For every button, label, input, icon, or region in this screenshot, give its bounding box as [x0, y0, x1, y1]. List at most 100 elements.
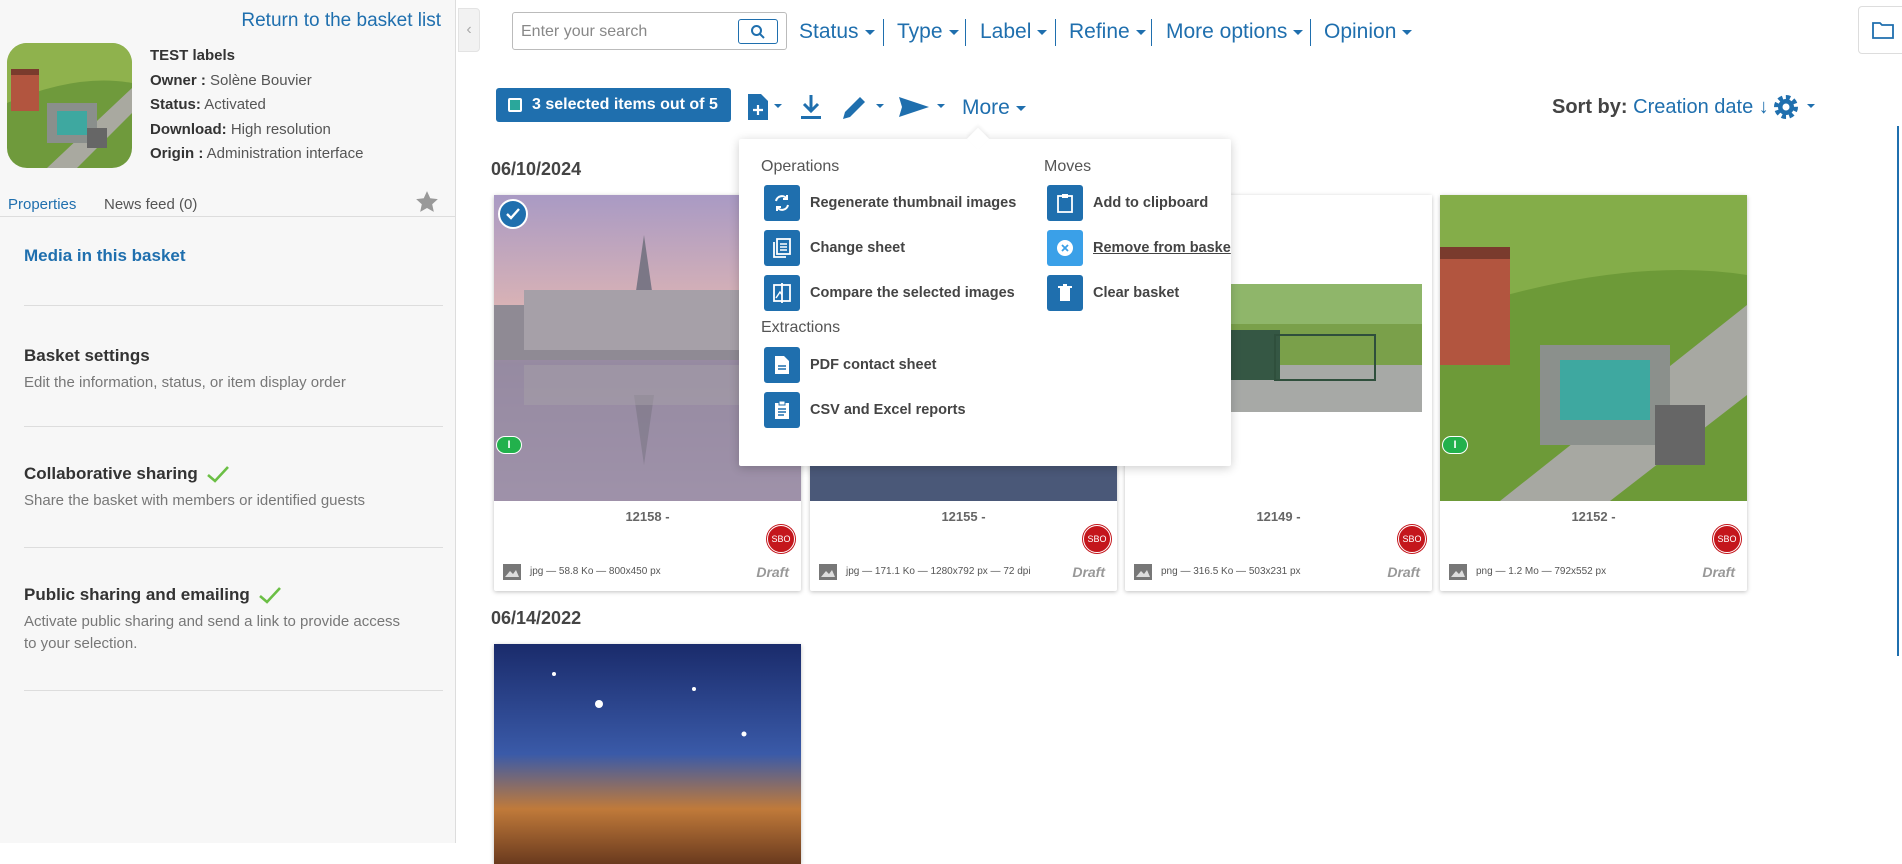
status-label: Status:: [150, 96, 201, 113]
change-sheet-item[interactable]: Change sheet: [764, 230, 905, 266]
media-in-basket-title[interactable]: Media in this basket: [24, 246, 444, 266]
sort-label: Sort by:: [1552, 96, 1628, 118]
media-id: 12149 -: [1256, 509, 1301, 524]
public-sharing-section[interactable]: Public sharing and emailing Activate pub…: [24, 585, 444, 655]
chevron-left-icon: ‹: [466, 21, 472, 38]
media-id: 12152 -: [1571, 509, 1616, 524]
divider: [24, 426, 443, 427]
image-file-icon: [819, 564, 837, 580]
separator: [883, 19, 884, 46]
folder-button[interactable]: [1858, 6, 1902, 54]
media-in-basket-section[interactable]: Media in this basket: [24, 246, 444, 266]
date-group-heading: 06/14/2022: [491, 608, 582, 628]
trash-icon: [1047, 275, 1083, 311]
moves-heading: Moves: [1044, 158, 1092, 175]
clipboard-icon: [1047, 185, 1083, 221]
send-button[interactable]: [897, 92, 947, 122]
label-badge: I: [496, 436, 522, 454]
filter-type[interactable]: Type: [897, 20, 959, 44]
filter-status[interactable]: Status: [799, 20, 875, 44]
dropdown-arrow: [966, 127, 990, 151]
user-badge: SBO: [1083, 525, 1111, 553]
media-file-info: png — 1.2 Mo — 792x552 px: [1476, 566, 1607, 577]
media-status: Draft: [1072, 564, 1105, 580]
remove-from-basket-item[interactable]: Remove from baske: [1047, 230, 1231, 266]
basket-thumbnail: [7, 43, 132, 168]
check-icon: [206, 466, 229, 483]
image-file-icon: [1134, 564, 1152, 580]
media-id: 12158 -: [625, 509, 670, 524]
download-icon: [801, 95, 821, 119]
separator: [1055, 19, 1056, 46]
separator: [1310, 19, 1311, 46]
search-input[interactable]: [521, 21, 721, 43]
origin-label: Origin :: [150, 145, 204, 162]
pdf-contact-sheet-item[interactable]: PDF contact sheet: [764, 347, 937, 383]
operations-heading: Operations: [761, 158, 840, 175]
media-status: Draft: [1702, 564, 1735, 580]
filter-refine[interactable]: Refine: [1069, 20, 1146, 44]
clear-basket-item[interactable]: Clear basket: [1047, 275, 1179, 311]
return-to-basket-list-link[interactable]: Return to the basket list: [241, 10, 441, 32]
tab-properties[interactable]: Properties: [8, 196, 76, 213]
collaborative-sharing-desc: Share the basket with members or identif…: [24, 492, 366, 509]
collapse-sidebar-button[interactable]: ‹: [458, 8, 480, 52]
add-to-clipboard-item[interactable]: Add to clipboard: [1047, 185, 1208, 221]
media-status: Draft: [1387, 564, 1420, 580]
collaborative-sharing-section[interactable]: Collaborative sharing Share the basket w…: [24, 464, 444, 512]
divider: [24, 690, 443, 691]
collaborative-sharing-title[interactable]: Collaborative sharing: [24, 464, 198, 484]
media-thumbnail[interactable]: [494, 644, 801, 864]
selected-check-icon[interactable]: [498, 199, 528, 229]
selection-checkbox-icon: [508, 98, 522, 112]
label-badge: I: [1442, 436, 1468, 454]
compare-icon: [764, 275, 800, 311]
public-sharing-title[interactable]: Public sharing and emailing: [24, 585, 250, 605]
pencil-icon: [843, 97, 884, 119]
star-icon[interactable]: [414, 189, 440, 220]
date-group-heading: 06/10/2024: [491, 159, 582, 179]
media-thumbnail[interactable]: I: [1440, 195, 1747, 501]
edit-button[interactable]: [840, 92, 886, 122]
filter-more-options[interactable]: More options: [1166, 20, 1304, 44]
add-file-button[interactable]: [746, 92, 784, 122]
basket-meta: TEST labels Owner : Solène Bouvier Statu…: [150, 44, 363, 167]
add-file-icon: [748, 94, 782, 120]
download-button[interactable]: [798, 92, 824, 122]
basket-settings-section[interactable]: Basket settings Edit the information, st…: [24, 346, 444, 394]
csv-excel-reports-item[interactable]: CSV and Excel reports: [764, 392, 966, 428]
basket-settings-desc: Edit the information, status, or item di…: [24, 374, 346, 391]
basket-title: TEST labels: [150, 47, 236, 64]
refresh-icon: [764, 185, 800, 221]
extractions-heading: Extractions: [761, 319, 841, 336]
media-card[interactable]: [494, 644, 801, 864]
report-icon: [764, 392, 800, 428]
selection-badge[interactable]: 3 selected items out of 5: [496, 88, 731, 122]
tab-news-feed[interactable]: News feed (0): [104, 196, 197, 213]
compare-images-item[interactable]: Compare the selected images: [764, 275, 1015, 311]
sidebar-tabs: Properties News feed (0): [0, 189, 456, 220]
basket-settings-title[interactable]: Basket settings: [24, 346, 444, 366]
media-file-info: jpg — 58.8 Ko — 800x450 px: [530, 566, 661, 577]
divider: [24, 305, 443, 306]
divider: [24, 547, 443, 548]
owner-label: Owner :: [150, 71, 206, 89]
status-value: Activated: [204, 96, 266, 113]
search-icon: [751, 24, 765, 39]
origin-value: Administration interface: [206, 145, 364, 162]
search-button[interactable]: [738, 19, 778, 44]
regenerate-thumbnails-item[interactable]: Regenerate thumbnail images: [764, 185, 1016, 221]
scrollbar[interactable]: [1897, 126, 1899, 656]
settings-button[interactable]: [1771, 92, 1817, 129]
more-menu-button[interactable]: More: [962, 96, 1026, 120]
download-label: Download:: [150, 120, 227, 138]
download-value: High resolution: [230, 120, 331, 138]
filter-label[interactable]: Label: [980, 20, 1048, 44]
user-badge: SBO: [1398, 525, 1426, 553]
media-card[interactable]: I 12152 - SBO png — 1.2 Mo — 792x552 px …: [1440, 195, 1747, 591]
check-icon: [258, 587, 281, 604]
sort-value[interactable]: Creation date ↓: [1633, 96, 1769, 118]
filter-opinion[interactable]: Opinion: [1324, 20, 1413, 44]
image-file-icon: [503, 564, 521, 580]
user-badge: SBO: [1713, 525, 1741, 553]
